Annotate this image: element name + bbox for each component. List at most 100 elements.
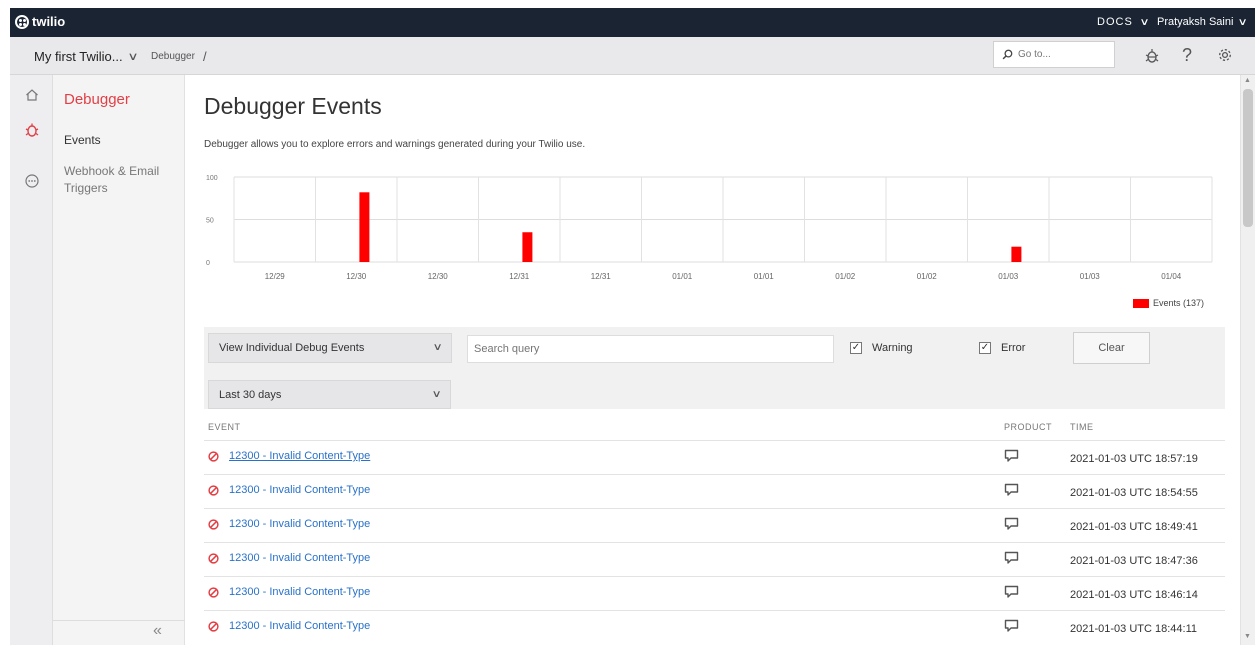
nav-item-events[interactable]: Events [64,132,101,149]
sub-bar: My first Twilio... ∨ Debugger / ? [10,37,1255,75]
y-tick-label: 0 [206,260,210,267]
search-input[interactable] [467,335,834,363]
x-tick-label: 01/02 [835,272,856,281]
event-bar[interactable] [522,232,533,262]
view-type-select[interactable]: View Individual Debug Events ∨ [208,333,452,363]
messaging-product-icon [1004,449,1019,462]
messaging-product-icon [1004,585,1019,598]
chevron-down-icon: ∨ [431,389,442,400]
event-link[interactable]: 12300 - Invalid Content-Type [229,450,370,462]
breadcrumb-separator: / [203,49,207,64]
legend-label: Events (137) [1153,298,1205,308]
table-row[interactable]: 12300 - Invalid Content-Type 2021-01-03 U… [204,542,1225,576]
goto-search[interactable] [993,41,1115,68]
table-row[interactable]: 12300 - Invalid Content-Type 2021-01-03 U… [204,474,1225,508]
x-tick-label: 01/01 [754,272,775,281]
debugger-icon[interactable] [22,120,42,140]
x-tick-label: 01/02 [917,272,938,281]
event-time: 2021-01-03 UTC 18:49:41 [1070,521,1198,533]
y-tick-label: 100 [206,175,218,182]
x-tick-label: 12/30 [428,272,449,281]
page-title: Debugger Events [204,93,382,119]
debugger-nav: Debugger Events Webhook & Email Triggers… [53,75,185,645]
x-tick-label: 12/31 [591,272,612,281]
help-icon[interactable]: ? [1182,45,1192,66]
x-tick-label: 12/29 [265,272,286,281]
event-bar[interactable] [1011,246,1022,262]
error-check-box: ✓ [979,342,991,354]
chevron-down-icon: ∨ [1237,16,1249,28]
scrollbar[interactable]: ▲ ▼ [1240,75,1255,645]
column-event: EVENT [208,422,241,432]
event-link[interactable]: 12300 - Invalid Content-Type [229,518,370,530]
warning-label: Warning [872,342,913,354]
warning-checkbox[interactable]: ✓ Warning [850,342,913,354]
event-link[interactable]: 12300 - Invalid Content-Type [229,552,370,564]
legend-swatch [1133,298,1149,308]
user-name: Pratyaksh Saini [1157,16,1234,28]
table-row[interactable]: 12300 - Invalid Content-Type 2021-01-03 U… [204,440,1225,474]
scrollbar-thumb[interactable] [1243,89,1253,227]
date-range-select[interactable]: Last 30 days ∨ [208,380,451,409]
column-product: PRODUCT [1004,422,1052,432]
event-link[interactable]: 12300 - Invalid Content-Type [229,620,370,632]
scroll-down-icon[interactable]: ▼ [1244,633,1251,640]
user-menu[interactable]: Pratyaksh Saini ∨ [1157,16,1249,28]
error-checkbox[interactable]: ✓ Error [979,342,1025,354]
view-type-value: View Individual Debug Events [219,342,365,354]
docs-menu[interactable]: DOCS ∨ [1097,16,1149,28]
search-icon [1002,49,1013,60]
scroll-up-icon[interactable]: ▲ [1244,77,1251,84]
collapse-nav[interactable]: « [53,620,185,645]
chevron-down-icon: ∨ [432,342,443,353]
error-icon [208,621,219,632]
events-chart: 100 50 0 12/29 12/30 12/30 12/31 12/31 01/01 01/0… [206,175,1213,281]
error-icon [208,485,219,496]
twilio-logo-icon [15,14,29,29]
event-time: 2021-01-03 UTC 18:57:19 [1070,453,1198,465]
event-link[interactable]: 12300 - Invalid Content-Type [229,484,370,496]
debugger-bug-icon[interactable] [1145,47,1159,64]
breadcrumb-debugger[interactable]: Debugger [151,51,195,62]
error-icon [208,587,219,598]
event-time: 2021-01-03 UTC 18:47:36 [1070,555,1198,567]
chart-legend: Events (137) [1133,298,1204,308]
error-label: Error [1001,342,1026,354]
x-tick-label: 01/01 [672,272,693,281]
x-tick-label: 01/03 [998,272,1019,281]
error-icon [208,451,219,462]
error-icon [208,519,219,530]
page-description: Debugger allows you to explore errors an… [204,139,586,150]
messaging-product-icon [1004,483,1019,496]
date-range-value: Last 30 days [219,388,282,401]
x-tick-label: 01/04 [1161,272,1182,281]
x-tick-label: 12/31 [509,272,530,281]
x-tick-label: 01/03 [1080,272,1101,281]
nav-item-webhook-triggers[interactable]: Webhook & Email Triggers [64,163,179,197]
more-icon[interactable] [22,171,42,191]
nav-title: Debugger [64,91,130,108]
event-bar[interactable] [359,192,370,262]
table-row[interactable]: 12300 - Invalid Content-Type 2021-01-03 U… [204,576,1225,610]
brand-name: twilio [32,14,66,29]
chevron-down-icon: ∨ [1139,16,1151,28]
column-time: TIME [1070,422,1094,432]
messaging-product-icon [1004,551,1019,564]
warning-check-box: ✓ [850,342,862,354]
table-row[interactable]: 12300 - Invalid Content-Type 2021-01-03 U… [204,610,1225,644]
docs-label: DOCS [1097,16,1133,28]
messaging-product-icon [1004,619,1019,632]
event-time: 2021-01-03 UTC 18:46:14 [1070,589,1198,601]
table-header: EVENT PRODUCT TIME [204,420,1225,440]
messaging-product-icon [1004,517,1019,530]
gear-icon[interactable] [1217,47,1233,63]
chevron-down-icon: ∨ [126,51,139,63]
goto-input[interactable] [1018,49,1108,60]
top-bar: twilio DOCS ∨ Pratyaksh Saini ∨ [10,8,1255,37]
twilio-logo[interactable]: twilio [15,14,65,29]
clear-button[interactable]: Clear [1073,332,1150,364]
project-selector[interactable]: My first Twilio... ∨ [34,49,139,64]
table-row[interactable]: 12300 - Invalid Content-Type 2021-01-03 U… [204,508,1225,542]
home-icon[interactable] [22,85,42,105]
event-link[interactable]: 12300 - Invalid Content-Type [229,586,370,598]
